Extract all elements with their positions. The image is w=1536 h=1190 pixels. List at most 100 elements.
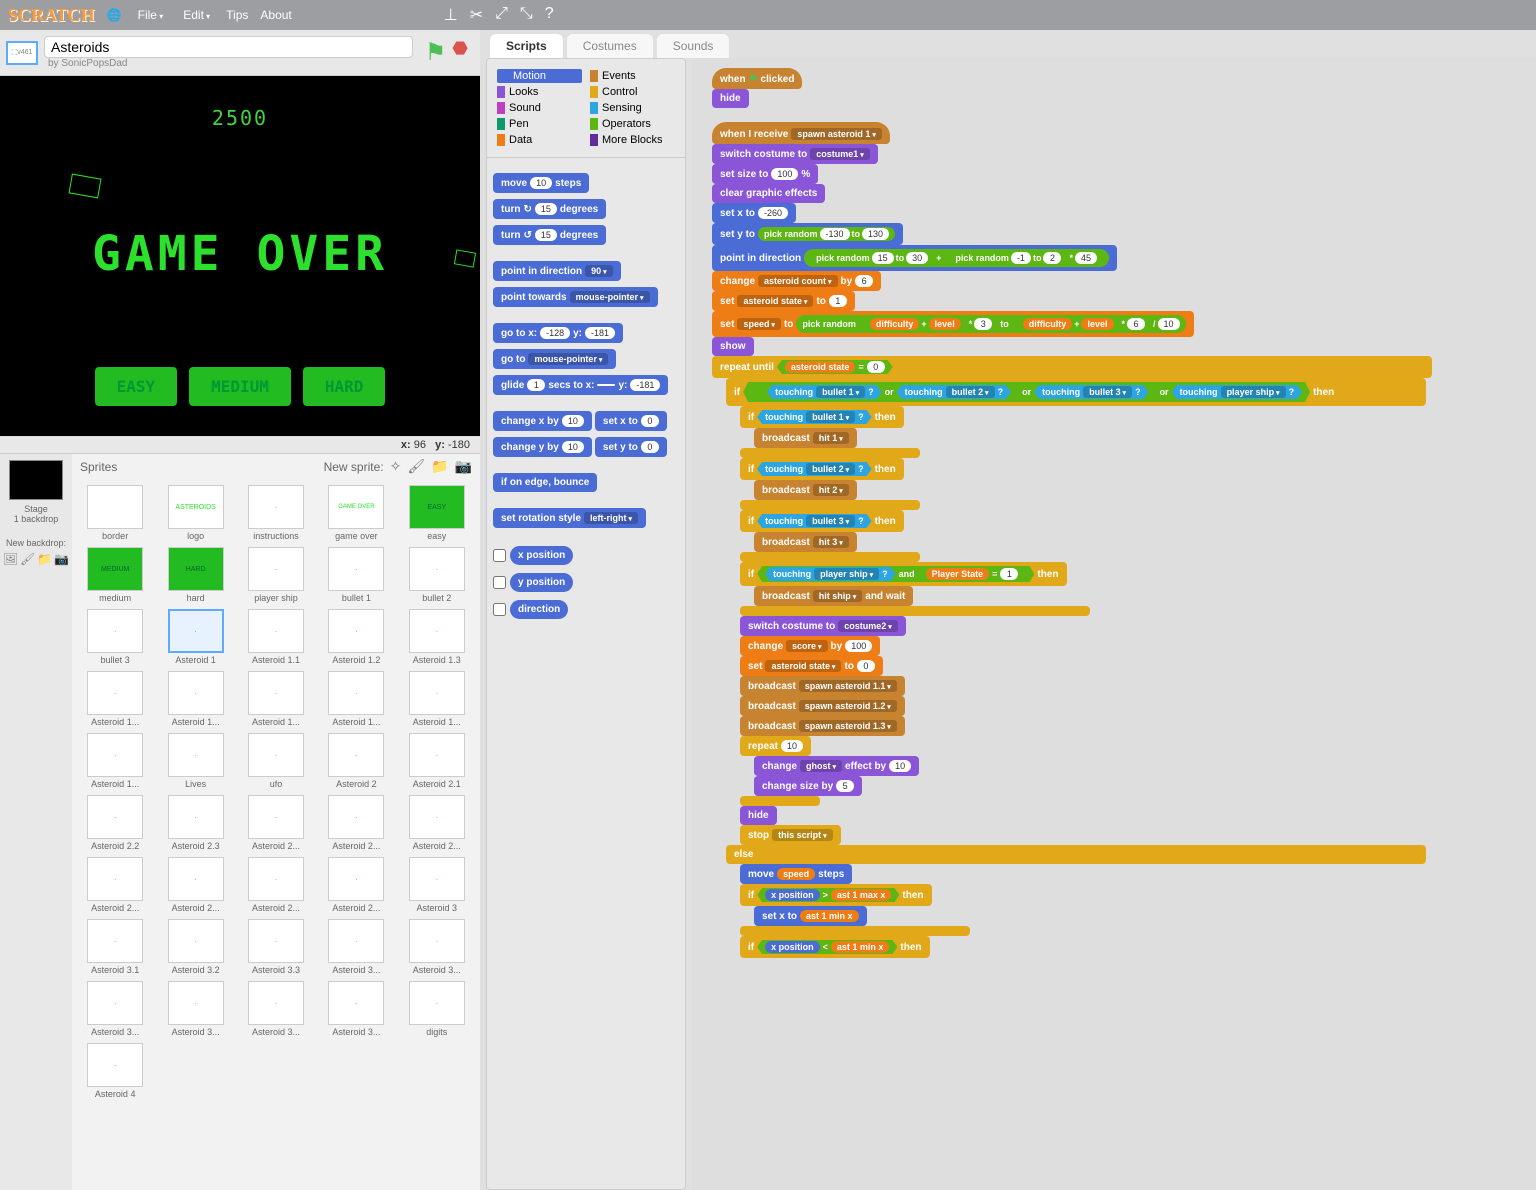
- sprite-item[interactable]: ·Asteroid 1: [156, 607, 234, 667]
- about-menu[interactable]: About: [260, 8, 291, 22]
- sprite-item[interactable]: ·Asteroid 3...: [237, 979, 315, 1039]
- sprite-item[interactable]: ·Asteroid 3...: [317, 917, 395, 977]
- script-when-flag[interactable]: when ⚑ clicked hide: [712, 68, 1516, 108]
- category-operators[interactable]: Operators: [590, 117, 675, 131]
- sprite-item[interactable]: ·Asteroid 3.2: [156, 917, 234, 977]
- sprite-item[interactable]: ·Asteroid 3...: [398, 917, 476, 977]
- sprite-item[interactable]: ·Asteroid 2...: [76, 855, 154, 915]
- category-sound[interactable]: Sound: [497, 101, 582, 115]
- sprite-item[interactable]: ·Asteroid 1.3: [398, 607, 476, 667]
- fullscreen-icon[interactable]: ⛶v461: [6, 41, 38, 65]
- sprite-item[interactable]: ·Asteroid 1...: [398, 669, 476, 729]
- sprite-item[interactable]: ·Asteroid 1.2: [317, 607, 395, 667]
- backdrop-upload-icon[interactable]: 📁: [37, 552, 52, 566]
- block-goto[interactable]: go tomouse-pointer: [493, 349, 616, 369]
- sprite-item[interactable]: ·Asteroid 2...: [237, 793, 315, 853]
- block-change-y[interactable]: change y by10: [493, 437, 592, 457]
- sprite-item[interactable]: ·Asteroid 3...: [317, 979, 395, 1039]
- sprite-item[interactable]: HARDhard: [156, 545, 234, 605]
- stage-hard-button[interactable]: HARD: [303, 367, 386, 406]
- sprite-item[interactable]: ·instructions: [237, 483, 315, 543]
- sprite-item[interactable]: ·Asteroid 3: [398, 855, 476, 915]
- file-menu[interactable]: File: [134, 8, 168, 22]
- sprite-item[interactable]: ·Asteroid 1...: [317, 669, 395, 729]
- sprite-item[interactable]: ·player ship: [237, 545, 315, 605]
- sprite-paint-icon[interactable]: 🖌: [407, 458, 425, 475]
- sprite-item[interactable]: ·ufo: [237, 731, 315, 791]
- tab-scripts[interactable]: Scripts: [490, 34, 563, 58]
- sprite-item[interactable]: ·Asteroid 2...: [317, 793, 395, 853]
- backdrop-library-icon[interactable]: 🖼: [3, 552, 18, 566]
- sprite-item[interactable]: ·Asteroid 1...: [76, 669, 154, 729]
- sprite-item[interactable]: GAME OVERgame over: [317, 483, 395, 543]
- scratch-logo[interactable]: SCRATCH: [8, 5, 95, 26]
- sprite-item[interactable]: ·Asteroid 2...: [398, 793, 476, 853]
- tab-costumes[interactable]: Costumes: [567, 34, 653, 58]
- block-change-x[interactable]: change x by10: [493, 411, 592, 431]
- sprite-item[interactable]: ·Asteroid 2...: [317, 855, 395, 915]
- stop-icon[interactable]: ⬣: [452, 38, 468, 67]
- category-sensing[interactable]: Sensing: [590, 101, 675, 115]
- block-set-x[interactable]: set x to0: [595, 411, 667, 431]
- sprite-item[interactable]: ·Asteroid 1...: [237, 669, 315, 729]
- sprite-item[interactable]: ·Asteroid 2...: [237, 855, 315, 915]
- sprite-item[interactable]: ·bullet 2: [398, 545, 476, 605]
- block-turn-cw[interactable]: turn ↻ 15degrees: [493, 199, 606, 219]
- green-flag-icon[interactable]: ⚑: [425, 38, 447, 67]
- tab-sounds[interactable]: Sounds: [657, 34, 730, 58]
- tips-menu[interactable]: Tips: [226, 8, 248, 22]
- block-set-y[interactable]: set y to0: [595, 437, 667, 457]
- xpos-monitor-checkbox[interactable]: [493, 549, 506, 562]
- edit-menu[interactable]: Edit: [179, 8, 214, 22]
- sprite-item[interactable]: ·Asteroid 3...: [76, 979, 154, 1039]
- sprite-item[interactable]: ·Asteroid 2.3: [156, 793, 234, 853]
- block-direction[interactable]: direction: [510, 600, 568, 619]
- help-icon[interactable]: ?: [545, 5, 554, 25]
- block-point-towards[interactable]: point towardsmouse-pointer: [493, 287, 658, 307]
- sprite-item[interactable]: MEDIUMmedium: [76, 545, 154, 605]
- sprite-item[interactable]: ·bullet 3: [76, 607, 154, 667]
- grow-icon[interactable]: ⤢: [495, 5, 508, 25]
- project-title-input[interactable]: [44, 36, 413, 58]
- block-rotation-style[interactable]: set rotation styleleft-right: [493, 508, 646, 528]
- stage-thumbnail[interactable]: [9, 460, 63, 500]
- block-point-direction[interactable]: point in direction90: [493, 261, 621, 281]
- sprite-item[interactable]: EASYeasy: [398, 483, 476, 543]
- sprite-item[interactable]: ASTEROIDSlogo: [156, 483, 234, 543]
- category-looks[interactable]: Looks: [497, 85, 582, 99]
- sprite-item[interactable]: ·Asteroid 2: [317, 731, 395, 791]
- block-move-steps[interactable]: move10steps: [493, 173, 589, 193]
- cut-icon[interactable]: ✂: [470, 5, 483, 25]
- sprite-item[interactable]: ·bullet 1: [317, 545, 395, 605]
- sprite-library-icon[interactable]: ✧: [390, 458, 402, 475]
- sprite-item[interactable]: ·Asteroid 3.3: [237, 917, 315, 977]
- sprite-item[interactable]: ·Asteroid 2.1: [398, 731, 476, 791]
- stage-area[interactable]: 2500 GAME OVER EASY MEDIUM HARD: [0, 76, 480, 436]
- direction-monitor-checkbox[interactable]: [493, 603, 506, 616]
- sprite-item[interactable]: ·Lives: [156, 731, 234, 791]
- ypos-monitor-checkbox[interactable]: [493, 576, 506, 589]
- sprite-item[interactable]: border: [76, 483, 154, 543]
- category-pen[interactable]: Pen: [497, 117, 582, 131]
- scripts-canvas[interactable]: when ⚑ clicked hide when I receivespawn …: [692, 58, 1536, 1190]
- stage-easy-button[interactable]: EASY: [95, 367, 178, 406]
- sprite-item[interactable]: ·Asteroid 1.1: [237, 607, 315, 667]
- category-control[interactable]: Control: [590, 85, 675, 99]
- block-glide[interactable]: glide1secs to x:y:-181: [493, 375, 668, 395]
- sprite-item[interactable]: ·Asteroid 1...: [156, 669, 234, 729]
- category-motion[interactable]: Motion: [497, 69, 582, 83]
- sprite-item[interactable]: ·Asteroid 3.1: [76, 917, 154, 977]
- sprite-item[interactable]: ·digits: [398, 979, 476, 1039]
- sprite-item[interactable]: ·Asteroid 1...: [76, 731, 154, 791]
- sprite-item[interactable]: ·Asteroid 2.2: [76, 793, 154, 853]
- globe-icon[interactable]: 🌐: [107, 8, 122, 22]
- category-data[interactable]: Data: [497, 133, 582, 147]
- shrink-icon[interactable]: ⤡: [520, 5, 533, 25]
- stamp-icon[interactable]: ⊥: [444, 5, 458, 25]
- stage-medium-button[interactable]: MEDIUM: [189, 367, 291, 406]
- category-events[interactable]: Events: [590, 69, 675, 83]
- block-x-position[interactable]: x position: [510, 546, 573, 565]
- sprite-item[interactable]: ·Asteroid 2...: [156, 855, 234, 915]
- script-when-receive[interactable]: when I receivespawn asteroid 1 switch co…: [712, 122, 1516, 958]
- sprite-upload-icon[interactable]: 📁: [431, 458, 448, 475]
